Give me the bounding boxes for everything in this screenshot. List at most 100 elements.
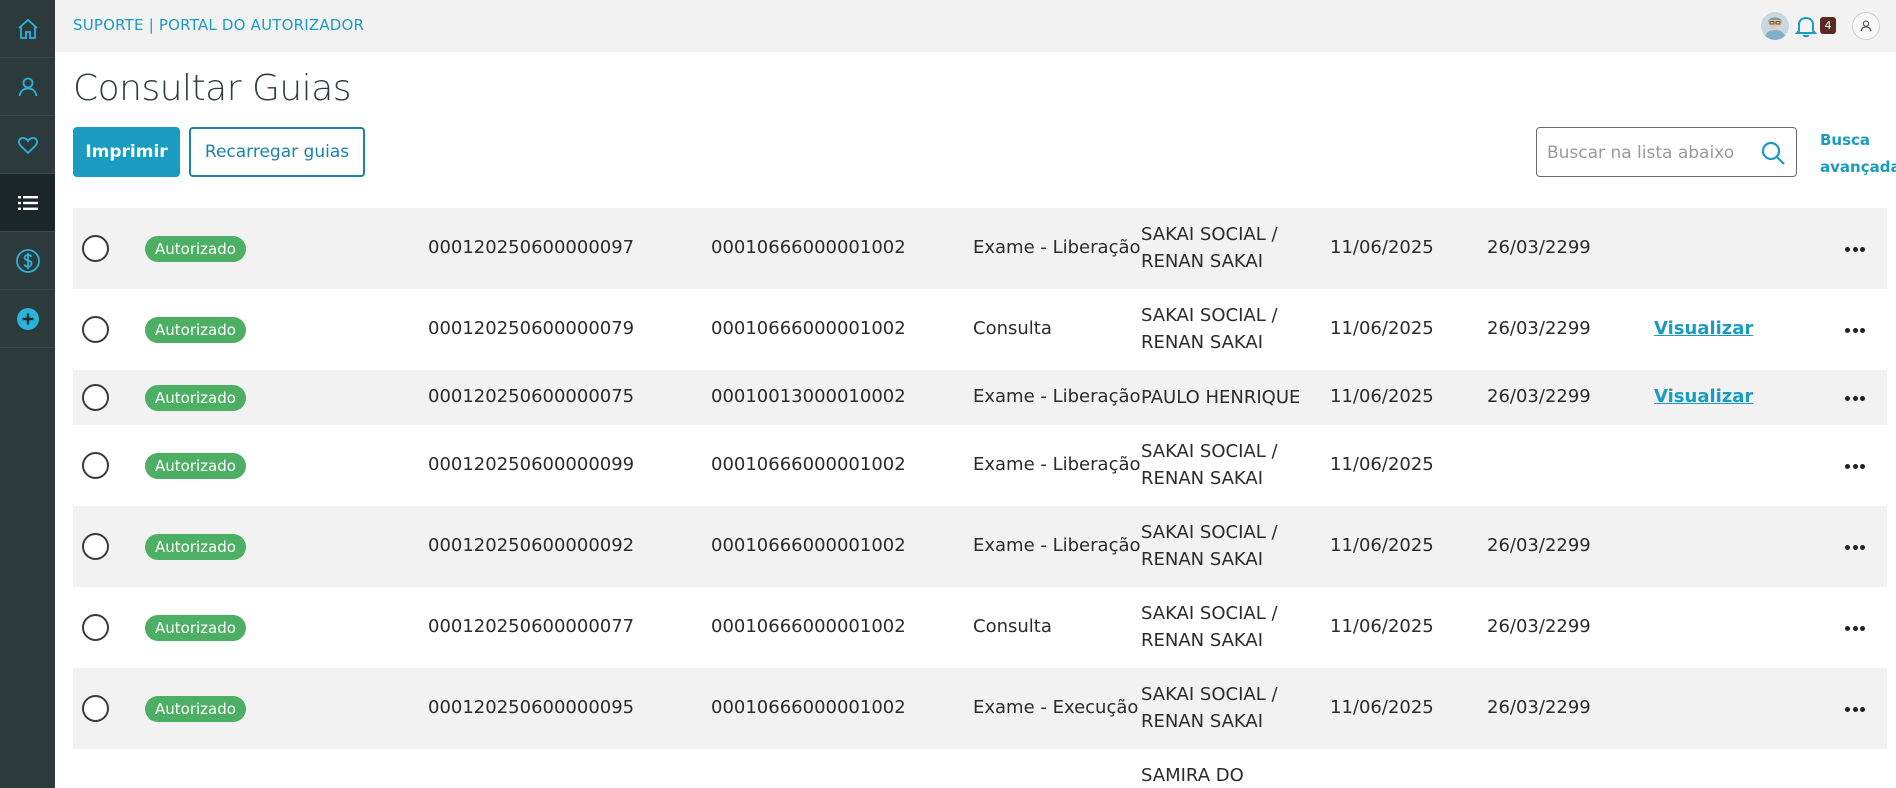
guia-number: 000120250600000097: [428, 237, 635, 258]
row-select-radio[interactable]: [82, 533, 109, 560]
advanced-search-link[interactable]: Busca avançada: [1820, 127, 1896, 181]
more-options-button[interactable]: [1845, 393, 1865, 403]
status-badge: Autorizado: [145, 385, 246, 411]
table-row[interactable]: Autorizado 000120250600000099 0001066600…: [73, 425, 1887, 506]
beneficiary-name-line2: RENAN SAKAI: [1141, 251, 1264, 272]
brand-title[interactable]: SUPORTE | PORTAL DO AUTORIZADOR: [73, 16, 364, 34]
status-badge: Autorizado: [145, 696, 246, 722]
sidebar-item-home[interactable]: [0, 0, 55, 58]
beneficiary-name-line1: SAKAI SOCIAL /: [1141, 684, 1278, 705]
row-select-radio[interactable]: [82, 695, 109, 722]
sidebar-item-user[interactable]: [0, 58, 55, 116]
table-row[interactable]: Autorizado 000120250600000075 0001001300…: [73, 370, 1887, 425]
more-options-button[interactable]: [1845, 623, 1865, 633]
issue-date: 11/06/2025: [1330, 386, 1434, 407]
beneficiary-name: SAKAI SOCIAL / RENAN SAKAI: [1141, 600, 1311, 654]
user-icon: [1860, 20, 1872, 32]
search-input[interactable]: [1547, 140, 1752, 166]
guia-type: Consulta: [973, 616, 1052, 637]
issue-date: 11/06/2025: [1330, 616, 1434, 637]
beneficiary-name: SAKAI SOCIAL / RENAN SAKAI: [1141, 302, 1311, 356]
more-options-button[interactable]: [1845, 542, 1865, 552]
table-row[interactable]: Autorizado 000120250600000077 0001066600…: [73, 587, 1887, 668]
more-dots-icon: [1845, 395, 1850, 401]
validity-date: 26/03/2299: [1487, 237, 1591, 258]
beneficiary-name: SAMIRA DO: [1141, 762, 1311, 788]
view-link[interactable]: Visualizar: [1654, 318, 1753, 339]
view-link[interactable]: Visualizar: [1654, 386, 1753, 407]
beneficiary-name-line1: SAKAI SOCIAL /: [1141, 603, 1278, 624]
beneficiary-name: SAKAI SOCIAL / RENAN SAKAI: [1141, 438, 1311, 492]
validity-date: 26/03/2299: [1487, 318, 1591, 339]
guia-number: 000120250600000092: [428, 535, 635, 556]
guia-number: 000120250600000099: [428, 454, 635, 475]
reload-guias-button[interactable]: Recarregar guias: [189, 127, 365, 177]
table-row[interactable]: SAMIRA DO: [73, 749, 1887, 788]
beneficiary-name-line1: SAMIRA DO: [1141, 765, 1244, 786]
page-title: Consultar Guias: [73, 68, 352, 109]
user-menu-button[interactable]: [1852, 12, 1880, 40]
status-badge: Autorizado: [145, 453, 246, 479]
more-options-button[interactable]: [1845, 704, 1865, 714]
search-box: [1536, 127, 1797, 177]
status-badge: Autorizado: [145, 236, 246, 262]
home-icon: [17, 18, 38, 39]
carteira-number: 00010666000001002: [711, 454, 906, 475]
row-select-radio[interactable]: [82, 614, 109, 641]
plus-circle-icon: [16, 307, 39, 330]
carteira-number: 00010666000001002: [711, 697, 906, 718]
beneficiary-name-line2: RENAN SAKAI: [1141, 549, 1264, 570]
more-dots-icon: [1845, 463, 1850, 469]
validity-date: 26/03/2299: [1487, 386, 1591, 407]
print-button[interactable]: Imprimir: [73, 127, 180, 177]
status-badge: Autorizado: [145, 317, 246, 343]
more-options-button[interactable]: [1845, 461, 1865, 471]
beneficiary-name: SAKAI SOCIAL / RENAN SAKAI: [1141, 681, 1311, 735]
beneficiary-name-line2: RENAN SAKAI: [1141, 630, 1264, 651]
more-dots-icon: [1845, 625, 1850, 631]
table-row[interactable]: Autorizado 000120250600000097 0001066600…: [73, 208, 1887, 289]
validity-date: 26/03/2299: [1487, 616, 1591, 637]
beneficiary-name-line1: SAKAI SOCIAL /: [1141, 522, 1278, 543]
guia-type: Consulta: [973, 318, 1052, 339]
more-dots-icon: [1845, 706, 1850, 712]
guia-type: Exame - Execução: [973, 697, 1139, 718]
more-dots-icon: [1845, 327, 1850, 333]
carteira-number: 00010666000001002: [711, 535, 906, 556]
beneficiary-name-line1: PAULO HENRIQUE: [1141, 387, 1301, 408]
table-row[interactable]: Autorizado 000120250600000079 0001066600…: [73, 289, 1887, 370]
sidebar-item-financeiro[interactable]: [0, 232, 55, 290]
row-select-radio[interactable]: [82, 452, 109, 479]
carteira-number: 00010666000001002: [711, 616, 906, 637]
beneficiary-name-line2: RENAN SAKAI: [1141, 332, 1264, 353]
beneficiary-name-line1: SAKAI SOCIAL /: [1141, 224, 1278, 245]
top-bar: SUPORTE | PORTAL DO AUTORIZADOR 4: [55, 0, 1896, 52]
row-select-radio[interactable]: [82, 235, 109, 262]
sidebar-item-health[interactable]: [0, 116, 55, 174]
issue-date: 11/06/2025: [1330, 697, 1434, 718]
table-row[interactable]: Autorizado 000120250600000092 0001066600…: [73, 506, 1887, 587]
beneficiary-name-line1: SAKAI SOCIAL /: [1141, 305, 1278, 326]
beneficiary-name-line2: RENAN SAKAI: [1141, 711, 1264, 732]
more-options-button[interactable]: [1845, 244, 1865, 254]
row-select-radio[interactable]: [82, 316, 109, 343]
sidebar-item-guias[interactable]: [0, 174, 55, 232]
search-icon[interactable]: [1760, 140, 1786, 166]
row-select-radio[interactable]: [82, 384, 109, 411]
more-options-button[interactable]: [1845, 325, 1865, 335]
avatar[interactable]: [1761, 12, 1789, 40]
notifications-button[interactable]: [1793, 13, 1819, 39]
guia-type: Exame - Liberação: [973, 454, 1141, 475]
guia-number: 000120250600000075: [428, 386, 635, 407]
table-row[interactable]: Autorizado 000120250600000095 0001066600…: [73, 668, 1887, 749]
validity-date: 26/03/2299: [1487, 697, 1591, 718]
issue-date: 11/06/2025: [1330, 454, 1434, 475]
more-dots-icon: [1845, 246, 1850, 252]
guia-number: 000120250600000077: [428, 616, 635, 637]
beneficiary-name-line2: RENAN SAKAI: [1141, 468, 1264, 489]
carteira-number: 00010666000001002: [711, 237, 906, 258]
issue-date: 11/06/2025: [1330, 318, 1434, 339]
sidebar-item-add[interactable]: [0, 290, 55, 348]
beneficiary-name: PAULO HENRIQUE: [1141, 384, 1311, 411]
status-badge: Autorizado: [145, 534, 246, 560]
